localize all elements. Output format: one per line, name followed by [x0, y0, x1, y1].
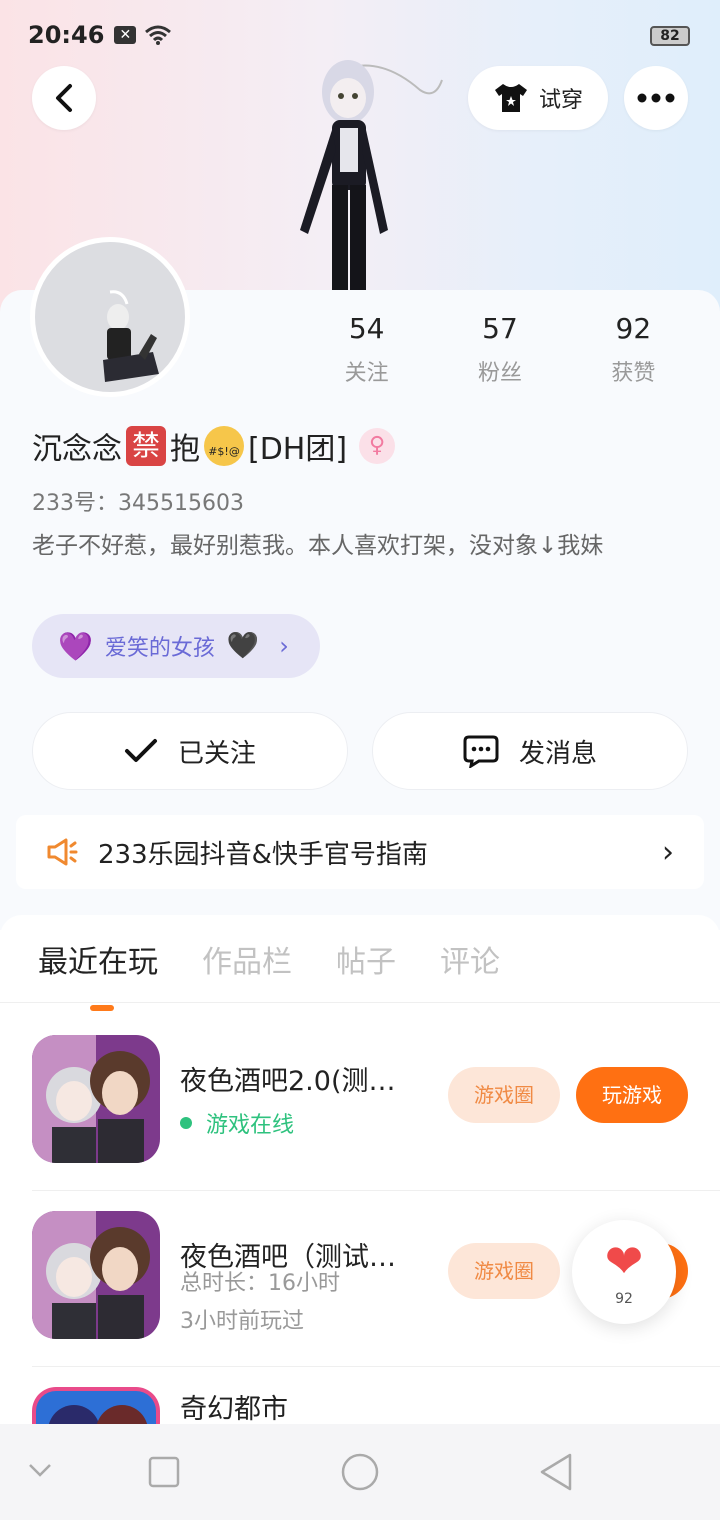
chevron-down-icon[interactable]	[28, 1462, 52, 1478]
game-icon[interactable]	[32, 1035, 160, 1163]
followed-label: 已关注	[177, 738, 256, 769]
avatar[interactable]	[30, 237, 190, 397]
announcement-text: 233乐园抖音&快手官号指南	[98, 839, 428, 870]
game-title: 夜色酒吧2.0(测试版)	[180, 1066, 420, 1097]
online-status-text: 游戏在线	[206, 1113, 295, 1138]
like-count: 92	[615, 1291, 633, 1307]
more-dots-icon	[637, 93, 675, 103]
online-status: 游戏在线	[180, 1107, 294, 1139]
chevron-right-icon: ›	[662, 834, 674, 870]
stat-following-label: 关注	[344, 361, 389, 386]
back-button[interactable]	[32, 66, 96, 130]
nickname-part-3: [DH团]	[248, 432, 348, 467]
chat-bubble-icon	[463, 735, 499, 768]
try-on-button[interactable]: 试穿	[468, 66, 608, 130]
chevron-left-icon	[56, 84, 72, 112]
stat-following[interactable]: 54 关注	[300, 312, 433, 387]
black-heart-icon: 🖤	[226, 631, 260, 661]
tab-recently-played[interactable]: 最近在玩	[38, 937, 158, 1011]
heart-icon: ❤	[604, 1234, 644, 1288]
followed-button[interactable]: 已关注	[32, 712, 348, 790]
nickname-part-1: 沉念念	[32, 432, 122, 467]
female-gender-icon: ♀	[359, 428, 396, 464]
send-message-button[interactable]: 发消息	[372, 712, 688, 790]
game-circle-button[interactable]: 游戏圈	[448, 1243, 560, 1299]
stat-followers[interactable]: 57 粉丝	[433, 312, 566, 387]
notification-icon: ✕	[114, 26, 137, 44]
battery-icon: 82	[650, 26, 690, 46]
more-options-button[interactable]	[624, 66, 688, 130]
nickname: 沉念念 禁 抱 #$!@ [DH团] ♀	[32, 424, 396, 468]
cursing-face-emoji: #$!@	[204, 426, 244, 466]
last-played: 3小时前玩过	[180, 1309, 304, 1334]
tab-works[interactable]: 作品栏	[202, 937, 292, 981]
stat-likes[interactable]: 92 获赞	[567, 312, 700, 387]
tab-posts[interactable]: 帖子	[336, 937, 396, 981]
shirt-icon	[494, 84, 527, 112]
stat-followers-label: 粉丝	[477, 361, 522, 386]
recent-apps-icon[interactable]	[148, 1456, 180, 1488]
stat-following-count: 54	[348, 312, 385, 345]
system-navigation-bar	[0, 1424, 720, 1520]
chevron-right-icon: ›	[279, 632, 289, 660]
profile-tabs: 最近在玩 作品栏 帖子 评论	[0, 915, 720, 1011]
like-button[interactable]: ❤ 92	[572, 1220, 676, 1324]
check-icon	[124, 739, 157, 762]
tab-comments[interactable]: 评论	[440, 937, 500, 981]
game-icon[interactable]	[32, 1211, 160, 1339]
nickname-part-2: 抱	[170, 432, 200, 467]
stat-followers-count: 57	[482, 312, 518, 345]
wifi-icon	[145, 25, 172, 45]
stat-likes-count: 92	[615, 312, 652, 345]
announcement-banner[interactable]: 233乐园抖音&快手官号指南 ›	[16, 815, 704, 889]
bio: 老子不好惹，最好别惹我。本人喜欢打架，没对象↓我妹	[32, 533, 604, 559]
profile-stats: 54 关注 57 粉丝 92 获赞	[300, 312, 700, 387]
home-icon[interactable]	[340, 1452, 380, 1492]
game-list-item[interactable]: 夜色酒吧2.0(测试版) 游戏在线 游戏圈 玩游戏	[32, 1015, 720, 1191]
personality-tag[interactable]: 💜 爱笑的女孩 🖤 ›	[32, 614, 320, 678]
game-circle-button[interactable]: 游戏圈	[448, 1067, 560, 1123]
back-triangle-icon[interactable]	[538, 1452, 574, 1492]
prohibited-emoji: 禁	[126, 426, 166, 466]
send-message-label: 发消息	[518, 738, 597, 769]
user-id: 233号：345515603	[32, 491, 244, 516]
status-time: 20:46	[28, 21, 105, 49]
stat-likes-label: 获赞	[611, 361, 656, 386]
personality-tag-text: 爱笑的女孩	[104, 636, 215, 661]
avatar-3d-figure	[270, 50, 450, 300]
megaphone-icon	[47, 838, 78, 866]
try-on-label: 试穿	[538, 88, 583, 113]
play-duration: 总时长：16小时	[180, 1271, 340, 1296]
online-dot-icon	[180, 1117, 192, 1129]
game-title: 奇幻都市	[180, 1394, 288, 1425]
purple-heart-icon: 💜	[58, 629, 93, 663]
play-game-button[interactable]: 玩游戏	[576, 1067, 688, 1123]
